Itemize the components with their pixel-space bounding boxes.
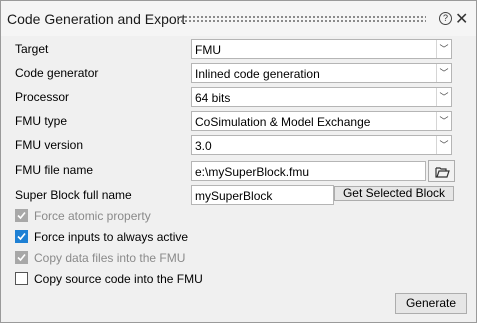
chevron-down-icon[interactable]: ﹀ <box>436 136 451 154</box>
processor-value: 64 bits <box>195 91 231 105</box>
copy-data-checkbox <box>15 251 28 264</box>
title-bar[interactable]: Code Generation and Export ? ✕ <box>1 1 476 36</box>
chevron-down-icon[interactable]: ﹀ <box>436 40 451 58</box>
code-generator-value: Inlined code generation <box>195 67 320 81</box>
super-block-label: Super Block full name <box>15 188 132 202</box>
force-inputs-checkbox[interactable] <box>15 230 28 243</box>
fmu-type-dropdown[interactable]: CoSimulation & Model Exchange ﹀ <box>191 111 452 131</box>
super-block-input[interactable]: mySuperBlock <box>191 185 334 205</box>
target-value: FMU <box>195 43 221 57</box>
help-icon[interactable]: ? <box>439 12 452 25</box>
copy-source-label[interactable]: Copy source code into the FMU <box>34 272 203 286</box>
dialog-title: Code Generation and Export <box>7 11 186 27</box>
force-atomic-checkbox <box>15 209 28 222</box>
code-generation-dialog: Code Generation and Export ? ✕ Target FM… <box>0 0 477 323</box>
code-generator-label: Code generator <box>15 66 99 80</box>
fmu-version-value: 3.0 <box>195 139 212 153</box>
check-icon <box>17 232 26 241</box>
check-icon <box>17 253 26 262</box>
chevron-down-icon[interactable]: ﹀ <box>436 112 451 130</box>
code-generator-dropdown[interactable]: Inlined code generation ﹀ <box>191 63 452 83</box>
generate-button[interactable]: Generate <box>395 293 467 314</box>
copy-source-checkbox[interactable] <box>15 272 28 285</box>
fmu-file-name-label: FMU file name <box>15 163 94 177</box>
fmu-version-label: FMU version <box>15 138 84 152</box>
fmu-version-dropdown[interactable]: 3.0 ﹀ <box>191 135 452 155</box>
processor-label: Processor <box>15 90 70 104</box>
force-atomic-label: Force atomic property <box>34 209 151 223</box>
fmu-file-name-value: e:\mySuperBlock.fmu <box>195 165 310 179</box>
target-label: Target <box>15 42 49 56</box>
drag-grip[interactable] <box>176 15 426 24</box>
target-dropdown[interactable]: FMU ﹀ <box>191 39 452 59</box>
fmu-type-value: CoSimulation & Model Exchange <box>195 115 371 129</box>
fmu-file-name-input[interactable]: e:\mySuperBlock.fmu <box>191 161 426 181</box>
copy-data-label: Copy data files into the FMU <box>34 251 186 265</box>
get-selected-block-button[interactable]: Get Selected Block <box>334 186 454 201</box>
super-block-value: mySuperBlock <box>195 189 273 203</box>
folder-open-icon <box>435 167 450 178</box>
force-inputs-label[interactable]: Force inputs to always active <box>34 230 188 244</box>
browse-button[interactable] <box>428 160 455 182</box>
close-icon[interactable]: ✕ <box>455 9 468 29</box>
check-icon <box>17 211 26 220</box>
chevron-down-icon[interactable]: ﹀ <box>436 64 451 82</box>
chevron-down-icon[interactable]: ﹀ <box>436 88 451 106</box>
fmu-type-label: FMU type <box>15 114 68 128</box>
processor-dropdown[interactable]: 64 bits ﹀ <box>191 87 452 107</box>
